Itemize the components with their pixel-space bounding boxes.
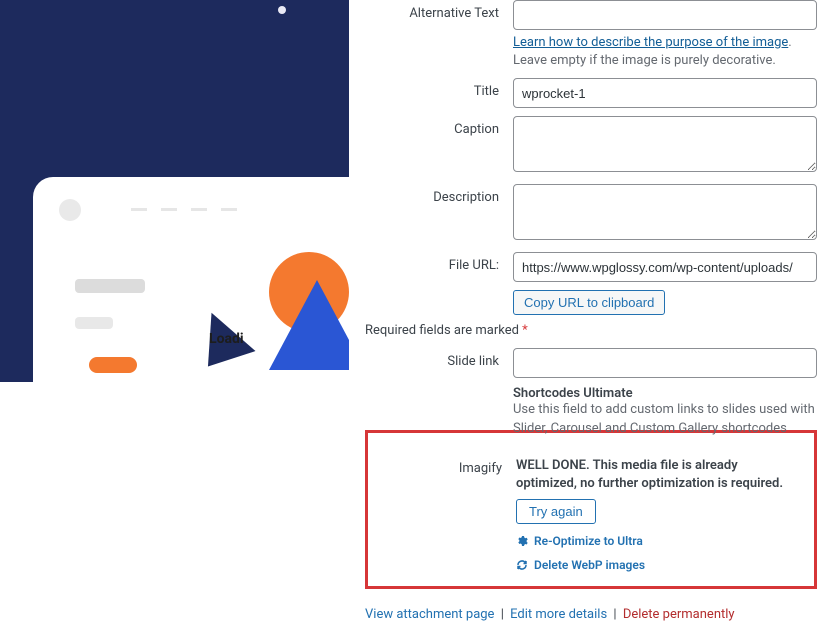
alt-text-label: Alternative Text [365, 0, 513, 21]
attachment-preview: Loadi [0, 0, 349, 382]
slide-link-label: Slide link [365, 348, 513, 369]
delete-webp-link[interactable]: Delete WebP images [516, 558, 800, 572]
try-again-button[interactable]: Try again [516, 499, 596, 524]
shortcodes-ultimate-title: Shortcodes Ultimate [513, 386, 817, 401]
file-url-label: File URL: [365, 252, 513, 273]
imagify-label: Imagify [368, 457, 516, 476]
required-note: Required fields are marked * [365, 323, 817, 338]
attachment-details-panel: Alternative Text Learn how to describe t… [351, 0, 831, 632]
gear-icon [516, 535, 528, 547]
link-separator: | [498, 607, 507, 622]
edit-details-link[interactable]: Edit more details [510, 607, 607, 622]
alt-text-input[interactable] [513, 0, 817, 30]
required-text: Required fields are marked [365, 323, 522, 338]
link-separator: | [610, 607, 619, 622]
imagify-status-message: WELL DONE. This media file is already op… [516, 457, 800, 493]
decorative-shapes [169, 232, 349, 382]
caption-label: Caption [365, 116, 513, 137]
skeleton-bar [75, 279, 145, 293]
description-textarea[interactable] [513, 184, 817, 240]
shortcodes-ultimate-desc: Use this field to add custom links to sl… [513, 401, 817, 437]
required-star: * [522, 323, 528, 338]
nav-dash [221, 208, 237, 211]
description-label: Description [365, 184, 513, 205]
slide-link-input[interactable] [513, 348, 817, 378]
delete-webp-text: Delete WebP images [534, 558, 645, 572]
browser-mockup: Loadi [33, 177, 349, 382]
alt-text-help-link[interactable]: Learn how to describe the purpose of the… [513, 35, 788, 50]
decorative-dot [278, 6, 286, 14]
nav-dash [131, 208, 147, 211]
reoptimize-text: Re-Optimize to Ultra [534, 534, 643, 548]
loading-label: Loadi [209, 331, 244, 347]
nav-dash [161, 208, 177, 211]
alt-text-helper: Learn how to describe the purpose of the… [513, 30, 817, 70]
media-preview-panel: Loadi [0, 0, 351, 632]
title-input[interactable] [513, 78, 817, 108]
browser-head-circle [59, 199, 81, 221]
refresh-icon [516, 559, 528, 571]
imagify-highlight-box: Imagify WELL DONE. This media file is al… [365, 430, 817, 589]
nav-dash [191, 208, 207, 211]
copy-url-button[interactable]: Copy URL to clipboard [513, 290, 665, 315]
skeleton-button [89, 357, 137, 373]
skeleton-bar [75, 317, 113, 329]
reoptimize-link[interactable]: Re-Optimize to Ultra [516, 534, 800, 548]
attachment-bottom-links: View attachment page | Edit more details… [365, 607, 817, 622]
file-url-input[interactable] [513, 252, 817, 282]
title-label: Title [365, 78, 513, 99]
caption-textarea[interactable] [513, 116, 817, 172]
blue-triangle-icon [269, 280, 349, 370]
delete-permanently-link[interactable]: Delete permanently [623, 607, 735, 622]
view-attachment-link[interactable]: View attachment page [365, 607, 494, 622]
